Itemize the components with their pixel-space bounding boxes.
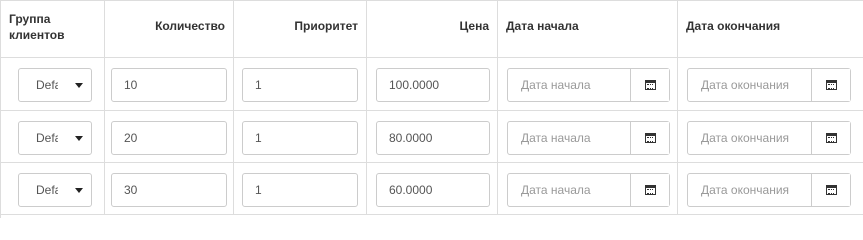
date-end-picker-button[interactable] (811, 122, 850, 154)
calendar-icon (825, 80, 837, 90)
date-end-placeholder: Дата окончания (701, 183, 790, 197)
priority-input[interactable]: 1 (242, 173, 358, 207)
quantity-input[interactable]: 20 (111, 121, 227, 155)
date-start-placeholder: Дата начала (521, 78, 591, 92)
date-end-field[interactable]: Дата окончания (687, 173, 851, 207)
header-quantity: Количество (105, 1, 234, 57)
customer-group-select[interactable]: Default (18, 68, 92, 102)
table-row: Default 30 1 60.0000 Дата начала Дата ок… (1, 163, 863, 215)
cell-price: 100.0000 (367, 58, 498, 110)
cell-quantity: 20 (105, 111, 234, 162)
cell-price: 60.0000 (367, 163, 498, 214)
caret-down-icon (75, 83, 83, 88)
cell-priority: 1 (234, 163, 367, 214)
calendar-icon (825, 133, 837, 143)
customer-group-value: Default (36, 131, 58, 145)
date-end-picker-button[interactable] (811, 69, 850, 101)
cell-group: Default (1, 111, 105, 162)
date-end-placeholder: Дата окончания (701, 78, 790, 92)
date-start-field[interactable]: Дата начала (507, 173, 670, 207)
calendar-icon (644, 185, 656, 195)
cell-date-end: Дата окончания (678, 163, 863, 214)
cell-priority: 1 (234, 58, 367, 110)
price-input[interactable]: 60.0000 (376, 173, 490, 207)
caret-down-icon (75, 188, 83, 193)
date-start-placeholder: Дата начала (521, 183, 591, 197)
cell-date-end: Дата окончания (678, 111, 863, 162)
customer-group-value: Default (36, 78, 58, 92)
header-priority: Приоритет (234, 1, 367, 57)
priority-input[interactable]: 1 (242, 121, 358, 155)
table-row: Default 20 1 80.0000 Дата начала Дата ок… (1, 111, 863, 163)
date-end-picker-button[interactable] (811, 174, 850, 206)
table-header: Группа клиентов Количество Приоритет Цен… (1, 0, 863, 58)
date-start-picker-button[interactable] (630, 122, 669, 154)
price-input[interactable]: 100.0000 (376, 68, 490, 102)
date-end-placeholder: Дата окончания (701, 131, 790, 145)
cell-date-start: Дата начала (498, 111, 678, 162)
cell-group: Default (1, 163, 105, 214)
date-start-picker-button[interactable] (630, 69, 669, 101)
date-start-placeholder: Дата начала (521, 131, 591, 145)
header-price: Цена (367, 1, 498, 57)
date-start-field[interactable]: Дата начала (507, 121, 670, 155)
priority-input[interactable]: 1 (242, 68, 358, 102)
discount-table: Группа клиентов Количество Приоритет Цен… (0, 0, 863, 218)
cell-priority: 1 (234, 111, 367, 162)
cell-quantity: 10 (105, 58, 234, 110)
date-end-field[interactable]: Дата окончания (687, 68, 851, 102)
price-input[interactable]: 80.0000 (376, 121, 490, 155)
cell-group: Default (1, 58, 105, 110)
cell-quantity: 30 (105, 163, 234, 214)
customer-group-select[interactable]: Default (18, 173, 92, 207)
customer-group-select[interactable]: Default (18, 121, 92, 155)
date-start-field[interactable]: Дата начала (507, 68, 670, 102)
header-date-start: Дата начала (498, 1, 678, 57)
caret-down-icon (75, 136, 83, 141)
header-date-end: Дата окончания (686, 19, 781, 33)
customer-group-value: Default (36, 183, 58, 197)
cell-date-start: Дата начала (498, 58, 678, 110)
calendar-icon (644, 133, 656, 143)
calendar-icon (644, 80, 656, 90)
cell-price: 80.0000 (367, 111, 498, 162)
date-end-field[interactable]: Дата окончания (687, 121, 851, 155)
cell-date-start: Дата начала (498, 163, 678, 214)
header-customer-group: Группа клиентов (1, 1, 105, 57)
quantity-input[interactable]: 10 (111, 68, 227, 102)
quantity-input[interactable]: 30 (111, 173, 227, 207)
table-row: Default 10 1 100.0000 Дата начала Дата о… (1, 58, 863, 111)
date-start-picker-button[interactable] (630, 174, 669, 206)
cell-date-end: Дата окончания (678, 58, 863, 110)
calendar-icon (825, 185, 837, 195)
